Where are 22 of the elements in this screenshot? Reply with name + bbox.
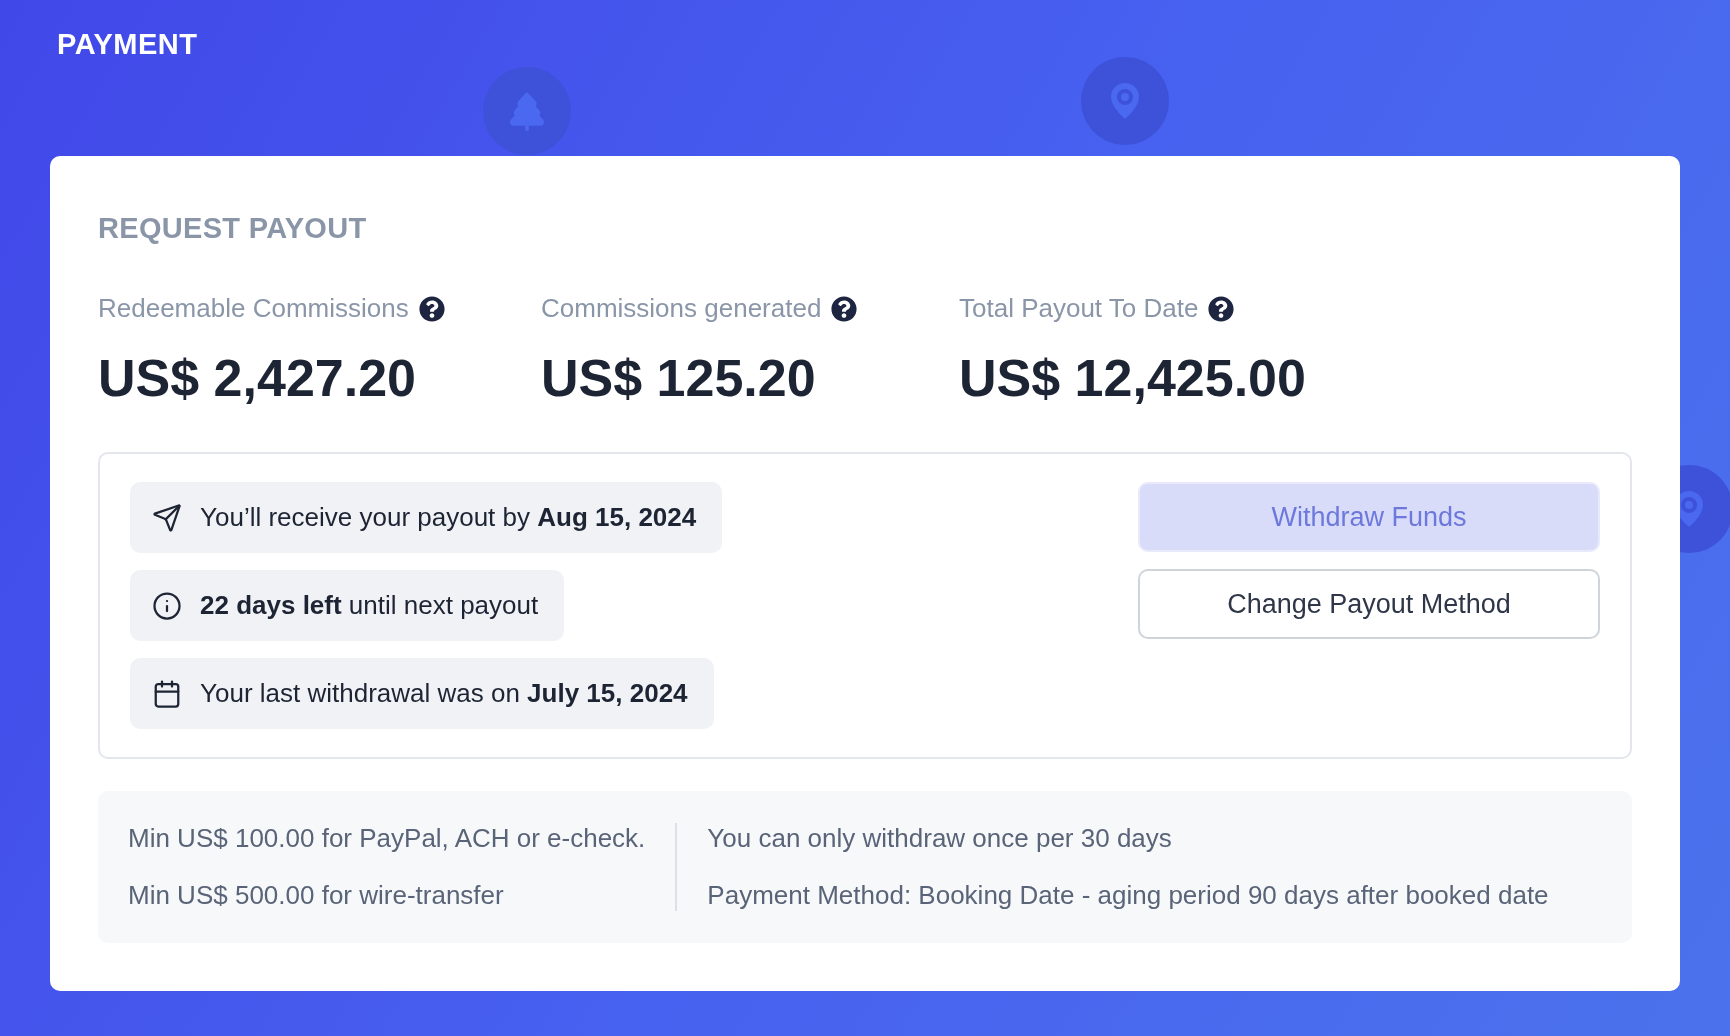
stat-value: US$ 12,425.00 — [959, 348, 1307, 408]
info-text: Payment Method: Booking Date - aging period 90 days after booked date — [707, 880, 1549, 911]
stat-value: US$ 2,427.20 — [98, 348, 418, 408]
notice-text: Your last withdrawal was on July 15, 2024 — [200, 678, 688, 709]
stat-label: Commissions generated — [541, 293, 822, 324]
calendar-icon — [152, 678, 182, 709]
info-text: Min US$ 500.00 for wire-transfer — [128, 880, 505, 911]
help-icon[interactable] — [418, 295, 445, 322]
stat-label: Redeemable Commissions — [98, 293, 409, 324]
info-text: You can only withdraw once per 30 days — [707, 823, 1173, 854]
card-title: REQUEST PAYOUT — [98, 212, 368, 245]
help-icon[interactable] — [831, 295, 858, 322]
info-icon — [152, 590, 182, 621]
help-icon[interactable] — [1208, 295, 1235, 322]
notice-text: You’ll receive your payout by Aug 15, 2024 — [200, 502, 697, 533]
stat-value: US$ 125.20 — [541, 348, 817, 408]
info-text: Min US$ 100.00 for PayPal, ACH or e-check. — [128, 823, 646, 854]
paper-plane-icon — [152, 502, 182, 533]
stat-label: Total Payout To Date — [959, 293, 1199, 324]
page-title: PAYMENT — [57, 28, 199, 61]
change-method-button[interactable]: Change Payout Method — [1138, 569, 1600, 639]
notice-text: 22 days left until next payout — [200, 590, 539, 621]
